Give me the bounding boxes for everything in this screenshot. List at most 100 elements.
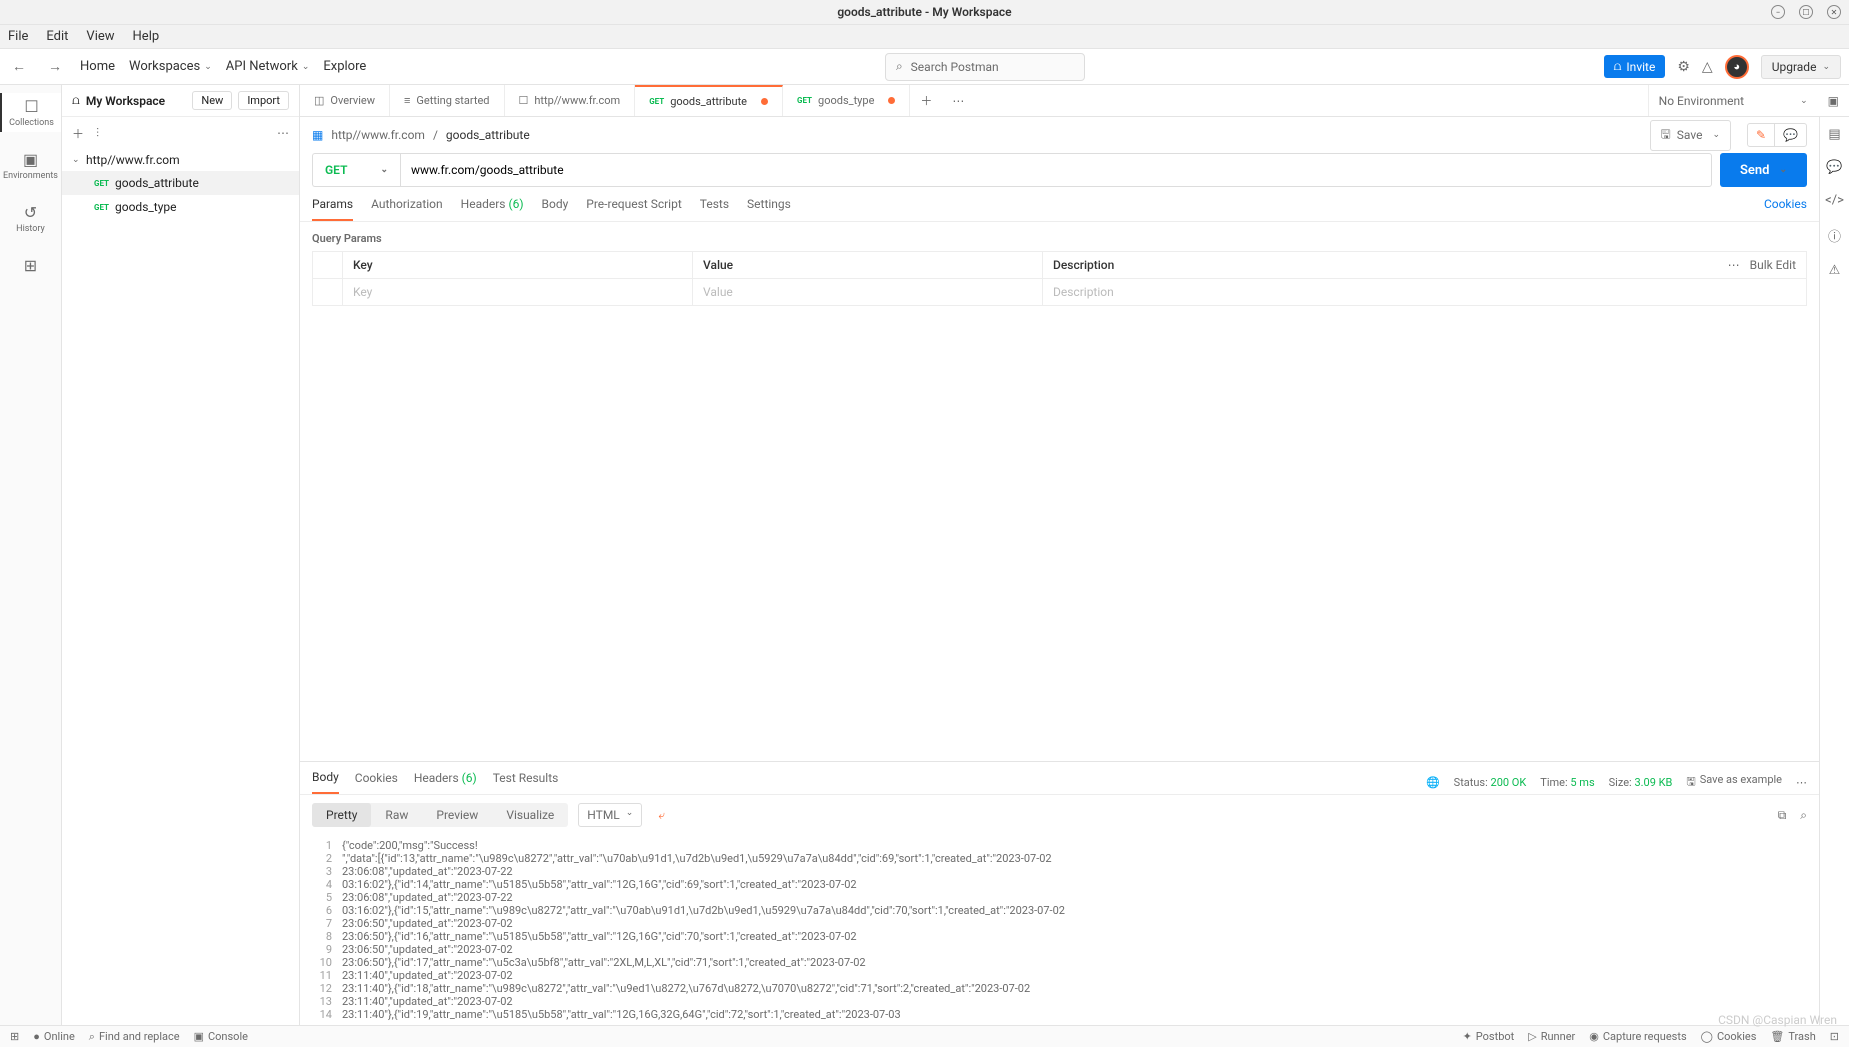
more-icon[interactable]: ⋯ bbox=[1796, 776, 1807, 789]
nav-workspaces[interactable]: Workspaces⌄ bbox=[129, 59, 212, 74]
tab[interactable]: ☐http//www.fr.com bbox=[505, 85, 636, 116]
docs-icon[interactable]: ▤ bbox=[1828, 127, 1840, 142]
key-input[interactable]: Key bbox=[343, 279, 693, 305]
menu-view[interactable]: View bbox=[86, 29, 114, 44]
invite-button[interactable]: ⩍Invite bbox=[1604, 55, 1666, 78]
response-tab-cookies[interactable]: Cookies bbox=[355, 771, 398, 793]
environment-dropdown[interactable]: No Environment⌄ bbox=[1648, 85, 1818, 116]
method-badge: GET bbox=[94, 203, 109, 212]
bulk-edit-link[interactable]: Bulk Edit bbox=[1750, 258, 1796, 272]
response-body[interactable]: 1{"code":200,"msg":"Success!2","data":[{… bbox=[300, 835, 1819, 1025]
url-input[interactable] bbox=[400, 153, 1712, 187]
breadcrumb-parent[interactable]: http//www.fr.com bbox=[331, 128, 425, 142]
settings-icon[interactable]: ⚙ bbox=[1677, 59, 1690, 75]
request-tab-headers[interactable]: Headers (6) bbox=[461, 197, 524, 221]
tab[interactable]: GETgoods_type bbox=[783, 85, 910, 116]
env-quicklook-icon[interactable]: ▣ bbox=[1818, 85, 1849, 116]
response-tab-headers[interactable]: Headers (6) bbox=[414, 771, 477, 793]
nav-api-network[interactable]: API Network⌄ bbox=[226, 59, 310, 74]
tab[interactable]: ◫Overview bbox=[300, 85, 390, 116]
method-dropdown[interactable]: GET⌄ bbox=[312, 153, 400, 187]
menu-file[interactable]: File bbox=[8, 29, 28, 44]
warning-icon[interactable]: ⚠ bbox=[1829, 263, 1841, 278]
footer-trash[interactable]: 🗑 Trash bbox=[1770, 1030, 1815, 1043]
save-button[interactable]: 🖫Save⌄ bbox=[1650, 120, 1731, 151]
add-icon[interactable]: ＋ bbox=[72, 125, 84, 142]
nav-explore[interactable]: Explore bbox=[323, 59, 366, 74]
code-line: 723:06:50","updated_at":"2023-07-02 bbox=[312, 917, 1807, 930]
upgrade-button[interactable]: Upgrade⌄ bbox=[1761, 55, 1841, 79]
comment-icon[interactable]: 💬 bbox=[1775, 124, 1806, 146]
tab[interactable]: ≡Getting started bbox=[390, 85, 505, 116]
request-tab-body[interactable]: Body bbox=[542, 197, 569, 221]
globe-icon[interactable]: 🌐 bbox=[1426, 776, 1440, 789]
maximize-button[interactable]: ☐ bbox=[1799, 5, 1813, 19]
value-input[interactable]: Value bbox=[693, 279, 1043, 305]
footer-capture[interactable]: ◉ Capture requests bbox=[1589, 1030, 1686, 1043]
footer-console[interactable]: ▣ Console bbox=[194, 1030, 248, 1043]
request-item[interactable]: GETgoods_attribute bbox=[62, 171, 299, 195]
request-item[interactable]: GETgoods_type bbox=[62, 195, 299, 219]
info-icon[interactable]: ⓘ bbox=[1828, 226, 1841, 245]
avatar[interactable]: ◕ bbox=[1725, 55, 1749, 79]
nav-back-icon[interactable]: ← bbox=[8, 58, 30, 75]
close-button[interactable]: ✕ bbox=[1827, 5, 1841, 19]
footer-cookies[interactable]: ◯ Cookies bbox=[1701, 1030, 1757, 1043]
copy-icon[interactable]: ⧉ bbox=[1778, 808, 1787, 823]
footer-online[interactable]: ● Online bbox=[33, 1030, 75, 1043]
menu-edit[interactable]: Edit bbox=[46, 29, 68, 44]
request-tab-settings[interactable]: Settings bbox=[747, 197, 791, 221]
import-button[interactable]: Import bbox=[238, 91, 289, 110]
language-dropdown[interactable]: HTML⌄ bbox=[578, 803, 642, 827]
footer-layout-icon[interactable]: ⊡ bbox=[1830, 1030, 1839, 1043]
footer-panel-icon[interactable]: ⊞ bbox=[10, 1030, 19, 1043]
save-example-button[interactable]: 🖫Save as example bbox=[1686, 773, 1782, 792]
leftbar-item-history[interactable]: ↺History bbox=[0, 199, 61, 238]
tab[interactable]: GETgoods_attribute bbox=[635, 85, 783, 116]
view-tab-visualize[interactable]: Visualize bbox=[492, 803, 568, 827]
request-tab-authorization[interactable]: Authorization bbox=[371, 197, 443, 221]
response-tab-test-results[interactable]: Test Results bbox=[493, 771, 559, 793]
response-tab-body[interactable]: Body bbox=[312, 770, 339, 794]
notifications-icon[interactable]: △ bbox=[1702, 59, 1713, 75]
send-button[interactable]: Send⌄ bbox=[1720, 153, 1807, 187]
request-tab-pre-request-script[interactable]: Pre-request Script bbox=[586, 197, 681, 221]
view-tab-preview[interactable]: Preview bbox=[422, 803, 492, 827]
breadcrumb: ▦ http//www.fr.com / goods_attribute 🖫Sa… bbox=[300, 117, 1819, 153]
leftbar-item-collections[interactable]: ☐Collections bbox=[0, 93, 61, 132]
footer-find[interactable]: ⌕ Find and replace bbox=[89, 1030, 180, 1044]
view-tab-raw[interactable]: Raw bbox=[371, 803, 422, 827]
chevron-down-icon: ⌄ bbox=[302, 62, 310, 72]
search-input[interactable]: ⌕ Search Postman bbox=[885, 53, 1085, 81]
tab-overflow-icon[interactable]: ⋯ bbox=[942, 85, 974, 116]
description-input[interactable]: Description bbox=[1043, 279, 1806, 305]
footer-runner[interactable]: ▷ Runner bbox=[1528, 1030, 1575, 1043]
code-icon[interactable]: </> bbox=[1825, 193, 1844, 208]
filter-icon[interactable]: ⫶ bbox=[96, 126, 99, 141]
more-icon[interactable]: ⋯ bbox=[277, 126, 289, 140]
menu-help[interactable]: Help bbox=[133, 29, 160, 44]
workspace-name[interactable]: My Workspace bbox=[86, 94, 187, 108]
comments-icon[interactable]: 💬 bbox=[1826, 160, 1842, 175]
leftbar-item-environments[interactable]: ▣Environments bbox=[0, 146, 61, 185]
more-icon[interactable]: ⋯ bbox=[1728, 258, 1740, 272]
leftbar-item-more[interactable]: ⊞ bbox=[0, 252, 61, 279]
cookies-link[interactable]: Cookies bbox=[1764, 197, 1807, 221]
collection-icon: ▦ bbox=[312, 128, 323, 142]
nav-forward-icon[interactable]: → bbox=[44, 58, 66, 75]
method-badge: GET bbox=[94, 179, 109, 188]
new-tab-button[interactable]: ＋ bbox=[910, 85, 942, 116]
footer-postbot[interactable]: ✦ Postbot bbox=[1463, 1030, 1515, 1043]
new-button[interactable]: New bbox=[192, 91, 232, 110]
wrap-lines-icon[interactable]: ⤶ bbox=[650, 804, 673, 827]
code-line: 1423:11:40"},{"id":19,"attr_name":"\u518… bbox=[312, 1008, 1807, 1021]
request-tab-params[interactable]: Params bbox=[312, 197, 353, 221]
edit-icon[interactable]: ✎ bbox=[1748, 124, 1775, 146]
request-tab-tests[interactable]: Tests bbox=[700, 197, 729, 221]
nav-home[interactable]: Home bbox=[80, 59, 115, 74]
view-tab-pretty[interactable]: Pretty bbox=[312, 803, 371, 827]
collection-item[interactable]: ⌄ http//www.fr.com bbox=[62, 149, 299, 171]
minimize-button[interactable]: − bbox=[1771, 5, 1785, 19]
right-rail: ▤ 💬 </> ⓘ ⚠ bbox=[1819, 117, 1849, 1025]
search-icon[interactable]: ⌕ bbox=[1800, 808, 1807, 823]
